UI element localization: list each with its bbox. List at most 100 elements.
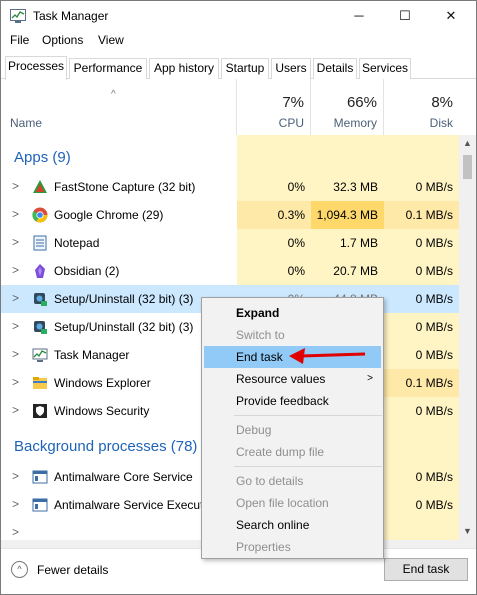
- menu-expand[interactable]: Expand: [204, 302, 381, 324]
- cpu-label: CPU: [278, 116, 304, 130]
- explorer-icon: [33, 377, 47, 389]
- menu-options[interactable]: Options: [42, 33, 83, 47]
- disk-value: 0 MB/s: [415, 236, 453, 250]
- expand-chevron-icon[interactable]: >: [12, 319, 19, 333]
- menu-file[interactable]: File: [10, 33, 29, 47]
- tab-services[interactable]: Services: [359, 58, 411, 79]
- obsidian-icon: [35, 264, 45, 278]
- scroll-down-icon[interactable]: ▼: [459, 523, 476, 540]
- section-apps: Apps (9): [14, 149, 71, 166]
- disk-value: 0.1 MB/s: [384, 369, 459, 397]
- expand-chevron-icon[interactable]: >: [12, 179, 19, 193]
- process-name: Windows Explorer: [54, 376, 151, 390]
- expand-chevron-icon[interactable]: >: [12, 291, 19, 305]
- menu-resource-values-label: Resource values: [236, 372, 326, 386]
- service-app-icon: [32, 470, 48, 484]
- disk-value: 0 MB/s: [415, 404, 453, 418]
- maximize-button[interactable]: ☐: [382, 1, 428, 31]
- process-name: Google Chrome (29): [54, 208, 164, 222]
- memory-value: 32.3 MB: [333, 180, 378, 194]
- disk-label: Disk: [429, 116, 453, 130]
- name-column-header[interactable]: ^ Name: [1, 79, 237, 135]
- disk-column-header[interactable]: 8% Disk: [384, 79, 459, 135]
- expand-chevron-icon[interactable]: >: [12, 375, 19, 389]
- tab-startup[interactable]: Startup: [221, 58, 269, 79]
- expand-chevron-icon[interactable]: >: [12, 235, 19, 249]
- disk-value: 0.1 MB/s: [384, 201, 459, 229]
- process-row-obsidian[interactable]: > Obsidian (2) 0% 20.7 MB 0 MB/s: [1, 257, 459, 285]
- tab-bar: Processes Performance App history Startu…: [1, 56, 476, 80]
- process-row-chrome[interactable]: > Google Chrome (29) 0.3% 1,094.3 MB 0.1…: [1, 201, 459, 229]
- expand-chevron-icon[interactable]: >: [12, 347, 19, 361]
- minimize-button[interactable]: ─: [336, 1, 382, 31]
- process-name: Antimalware Core Service: [54, 470, 193, 484]
- memory-value: 1.7 MB: [339, 236, 378, 250]
- process-name: Setup/Uninstall (32 bit) (3): [54, 320, 194, 334]
- tab-app-history[interactable]: App history: [149, 58, 219, 79]
- security-icon: [33, 404, 47, 418]
- column-header: ^ Name 7% CPU 66% Memory 8% Disk: [1, 79, 459, 135]
- process-name: Notepad: [54, 236, 100, 250]
- tab-processes[interactable]: Processes: [5, 56, 67, 80]
- menu-view[interactable]: View: [98, 33, 124, 47]
- close-button[interactable]: ✕: [428, 1, 474, 31]
- vertical-scrollbar[interactable]: ▲ ▼: [459, 135, 476, 540]
- service-app-icon: [32, 498, 48, 512]
- process-row-faststone[interactable]: > FastStone Capture (32 bit) 0% 32.3 MB …: [1, 173, 459, 201]
- red-arrow-annotation-icon: [289, 348, 366, 364]
- process-row-notepad[interactable]: > Notepad 0% 1.7 MB 0 MB/s: [1, 229, 459, 257]
- expand-chevron-icon[interactable]: >: [12, 525, 19, 539]
- task-manager-window: Task Manager ─ ☐ ✕ File Options View Pro…: [0, 0, 477, 595]
- section-background: Background processes (78): [14, 438, 198, 455]
- expand-chevron-icon[interactable]: >: [12, 207, 19, 221]
- disk-value: 0 MB/s: [415, 264, 453, 278]
- menu-create-dump: Create dump file: [236, 445, 325, 459]
- process-name: Obsidian (2): [54, 264, 120, 278]
- memory-label: Memory: [333, 116, 377, 130]
- cpu-value: 0%: [287, 236, 305, 250]
- cpu-value: 0.3%: [237, 201, 311, 229]
- cpu-value: 0%: [287, 264, 305, 278]
- menu-separator: [234, 466, 382, 467]
- menu-debug: Debug: [236, 423, 272, 437]
- context-menu: Expand Switch to End task Resource value…: [201, 297, 384, 559]
- expand-chevron-icon[interactable]: >: [12, 469, 19, 483]
- menu-resource-values[interactable]: Resource values >: [204, 368, 381, 390]
- menu-open-file-location: Open file location: [236, 496, 329, 510]
- menu-search-online[interactable]: Search online: [204, 514, 381, 536]
- scroll-up-icon[interactable]: ▲: [459, 135, 476, 152]
- tab-details[interactable]: Details: [313, 58, 357, 79]
- process-name: FastStone Capture (32 bit): [54, 180, 196, 194]
- process-name: Antimalware Service Executa: [54, 498, 211, 512]
- notepad-icon: [33, 235, 47, 251]
- disk-value: 0 MB/s: [415, 180, 453, 194]
- disk-percent: 8%: [431, 94, 453, 111]
- window-title: Task Manager: [33, 9, 109, 23]
- scroll-thumb[interactable]: [463, 155, 472, 179]
- expand-chevron-icon[interactable]: >: [12, 263, 19, 277]
- fewer-details-link[interactable]: Fewer details: [37, 563, 108, 577]
- disk-value: 0 MB/s: [415, 320, 453, 334]
- process-name: Windows Security: [54, 404, 150, 418]
- cpu-column-header[interactable]: 7% CPU: [237, 79, 311, 135]
- memory-column-header[interactable]: 66% Memory: [311, 79, 384, 135]
- disk-value: 0 MB/s: [415, 292, 453, 306]
- menu-switch-to: Switch to: [236, 328, 285, 342]
- tab-users[interactable]: Users: [271, 58, 311, 79]
- setup-icon: [34, 321, 47, 334]
- submenu-arrow-icon: >: [367, 373, 373, 384]
- title-bar[interactable]: Task Manager ─ ☐ ✕: [1, 1, 476, 31]
- disk-value: 0 MB/s: [415, 470, 453, 484]
- menu-go-to-details: Go to details: [236, 474, 304, 488]
- menu-separator: [234, 415, 382, 416]
- end-task-button[interactable]: End task: [384, 558, 468, 581]
- expand-chevron-icon[interactable]: >: [12, 497, 19, 511]
- memory-value: 20.7 MB: [333, 264, 378, 278]
- expand-chevron-icon[interactable]: >: [12, 403, 19, 417]
- chrome-icon: [32, 207, 48, 223]
- menu-provide-feedback[interactable]: Provide feedback: [204, 390, 381, 412]
- setup-icon: [34, 293, 47, 306]
- disk-value: 0 MB/s: [415, 498, 453, 512]
- tab-performance[interactable]: Performance: [69, 58, 147, 79]
- chevron-up-circle-icon[interactable]: ^: [11, 561, 28, 578]
